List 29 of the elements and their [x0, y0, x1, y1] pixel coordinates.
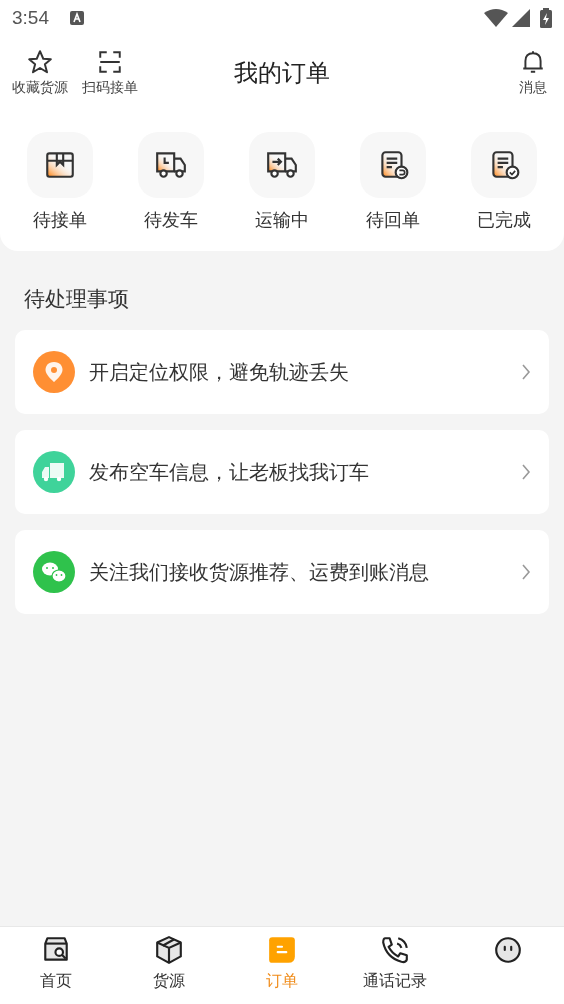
section-title: 待处理事项 [24, 286, 130, 313]
header-action[interactable]: 扫码接单 [82, 48, 138, 98]
page-title: 我的订单 [234, 58, 330, 89]
task-item[interactable]: 关注我们接收货源推荐、运费到账消息 [15, 529, 549, 614]
star-icon [27, 48, 53, 75]
phone-call-icon [379, 935, 410, 965]
chevron-right-icon [521, 462, 531, 481]
document-icon [267, 935, 297, 965]
tab-bar-item[interactable]: 通话记录 [338, 927, 452, 1004]
header-action[interactable]: 收藏货源 [12, 48, 68, 98]
wifi-icon [484, 9, 508, 27]
status-time: 3:54 [12, 5, 49, 30]
signal-icon [512, 9, 530, 27]
chevron-right-icon [521, 562, 531, 581]
task-text: 关注我们接收货源推荐、运费到账消息 [89, 558, 430, 586]
battery-icon [540, 8, 552, 28]
task-text: 发布空车信息，让老板找我订车 [89, 458, 370, 486]
face-icon [492, 935, 523, 965]
cube-icon [154, 935, 185, 965]
task-text: 开启定位权限，避免轨迹丢失 [89, 358, 350, 386]
keyboard-icon [69, 10, 85, 26]
tab-bar-item[interactable]: 货源 [112, 927, 226, 1004]
task-item[interactable]: 开启定位权限，避免轨迹丢失 [15, 329, 549, 414]
bell-icon [520, 48, 546, 75]
messages-button[interactable]: 消息 [519, 48, 547, 98]
chevron-right-icon [521, 362, 531, 381]
scan-icon [97, 48, 123, 75]
tab-bar-item[interactable]: 首页 [0, 927, 113, 1004]
task-item[interactable]: 发布空车信息，让老板找我订车 [15, 429, 549, 514]
